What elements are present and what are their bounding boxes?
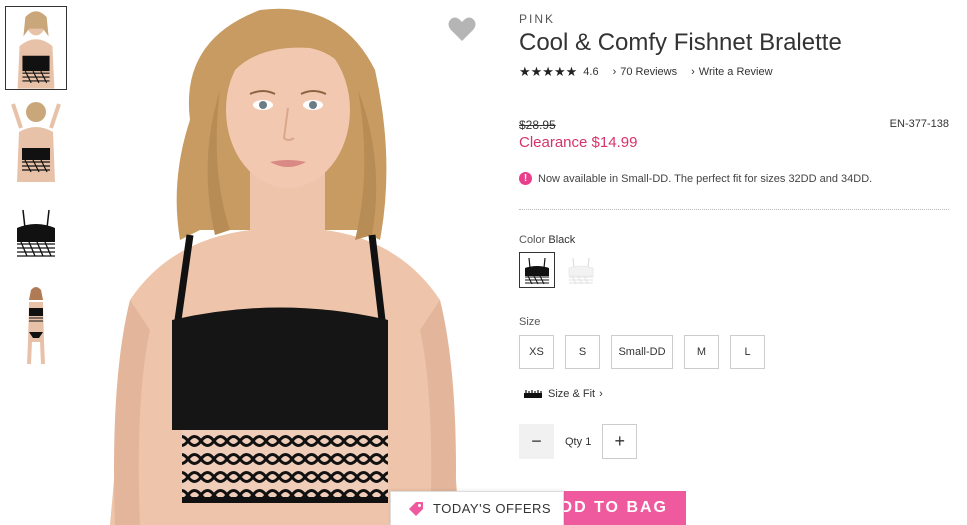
brand-name: PINK — [519, 12, 556, 26]
thumbnail-full-body-model[interactable] — [5, 282, 67, 366]
size-options: XS S Small-DD M L — [519, 335, 776, 369]
star-rating-icon: ★★★★★ — [519, 64, 578, 79]
product-title: Cool & Comfy Fishnet Bralette — [519, 29, 842, 56]
swatch-white[interactable] — [563, 252, 599, 288]
quantity-label: Qty — [565, 435, 583, 448]
main-product-image — [110, 0, 460, 525]
heart-icon[interactable] — [448, 16, 476, 42]
quantity-value: 1 — [585, 435, 592, 448]
todays-offers-label: TODAY'S OFFERS — [433, 501, 552, 516]
notice-text: Now available in Small-DD. The perfect f… — [538, 172, 873, 185]
clearance-price: Clearance $14.99 — [519, 134, 638, 151]
ruler-icon — [524, 390, 542, 398]
swatch-black[interactable] — [519, 252, 555, 288]
color-swatches — [519, 252, 607, 288]
original-price: $28.95 — [519, 118, 556, 132]
rating-row: ★★★★★ 4.6 › 70 Reviews › Write a Review — [519, 64, 773, 80]
thumbnail-product-flat[interactable] — [5, 190, 67, 274]
rating-value: 4.6 — [583, 66, 599, 78]
tag-icon — [409, 501, 423, 516]
size-fit-link[interactable]: Size & Fit › — [524, 388, 603, 400]
size-xs-button[interactable]: XS — [519, 335, 554, 369]
quantity-increase-button[interactable]: + — [602, 424, 638, 459]
quantity-display: Qty 1 — [565, 436, 591, 448]
write-review-link[interactable]: Write a Review — [699, 66, 773, 78]
chevron-right-icon: › — [612, 66, 617, 78]
add-to-bag-button[interactable]: DD TO BAG — [549, 491, 686, 525]
thumbnail-strip — [5, 6, 68, 374]
product-sku: EN-377-138 — [889, 118, 949, 130]
size-label: Size — [519, 316, 541, 328]
selected-color: Black — [548, 234, 576, 246]
alert-icon: ! — [519, 172, 532, 185]
quantity-stepper: − Qty 1 + — [519, 424, 638, 459]
size-m-button[interactable]: M — [684, 335, 719, 369]
reviews-link[interactable]: 70 Reviews — [620, 66, 677, 78]
size-small-dd-button[interactable]: Small-DD — [611, 335, 673, 369]
todays-offers-tab[interactable]: TODAY'S OFFERS — [390, 491, 564, 525]
color-label: Color Black — [519, 234, 575, 246]
chevron-right-icon: › — [691, 66, 695, 78]
size-s-button[interactable]: S — [565, 335, 600, 369]
divider — [519, 209, 949, 210]
size-fit-label: Size & Fit — [548, 388, 596, 400]
quantity-decrease-button[interactable]: − — [519, 424, 554, 459]
thumbnail-front-model[interactable] — [5, 6, 67, 90]
chevron-right-icon: › — [599, 388, 603, 400]
thumbnail-back-model[interactable] — [5, 98, 67, 182]
size-l-button[interactable]: L — [730, 335, 765, 369]
availability-notice: ! Now available in Small-DD. The perfect… — [519, 172, 872, 185]
color-label-text: Color — [519, 234, 546, 246]
